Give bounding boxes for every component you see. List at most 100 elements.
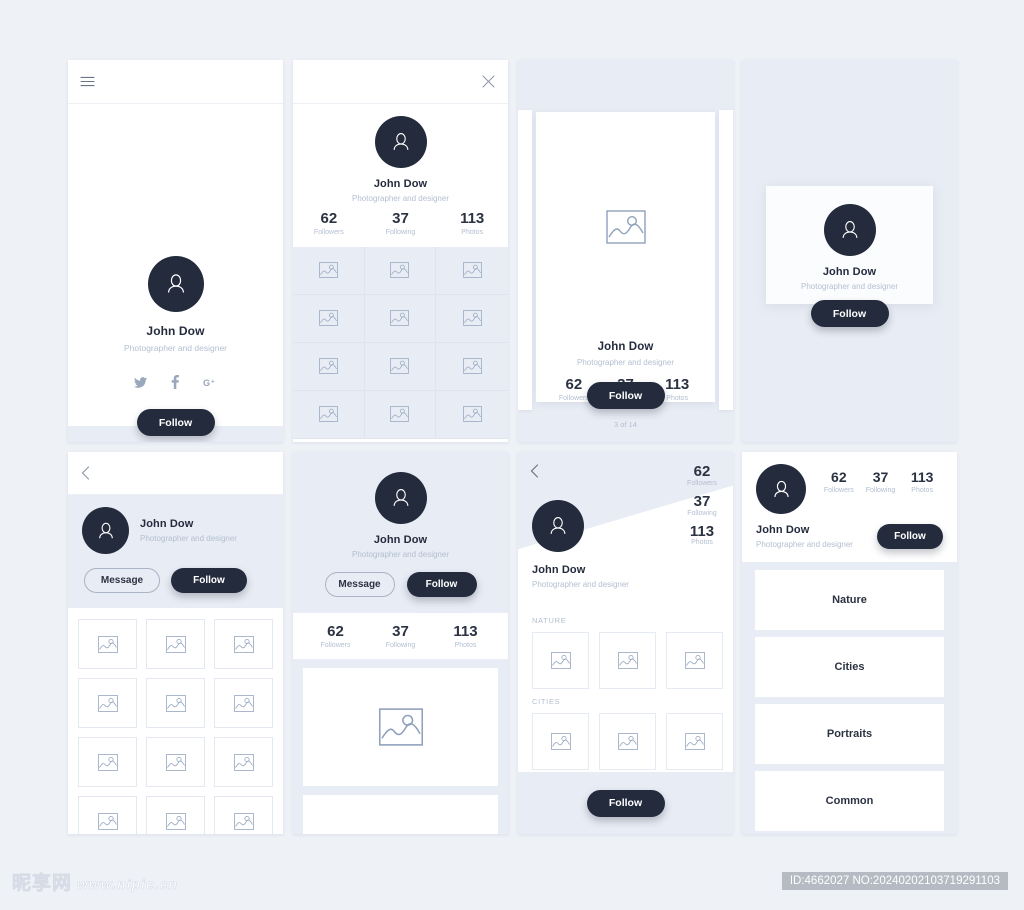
profile-card-minimal: John Dow Photographer and designer Follo… — [742, 60, 957, 442]
follow-button[interactable]: Follow — [586, 382, 665, 409]
google-plus-icon[interactable]: G + — [203, 375, 218, 389]
photo-grid-cell[interactable] — [293, 294, 365, 343]
photo-grid-cell[interactable] — [532, 713, 589, 770]
stat-followers-label: Followers — [823, 486, 854, 494]
avatar — [756, 464, 806, 514]
follow-button[interactable]: Follow — [136, 409, 215, 436]
photo-grid-cell[interactable] — [214, 796, 273, 834]
photo-grid-cell[interactable] — [364, 294, 437, 343]
stat-photos-value: 113 — [453, 623, 478, 640]
follow-button[interactable]: Follow — [586, 789, 665, 817]
hamburger-menu-icon[interactable] — [80, 76, 95, 87]
close-icon[interactable] — [482, 75, 495, 88]
photo-grid-cell[interactable] — [78, 619, 137, 669]
follow-button[interactable]: Follow — [877, 524, 943, 549]
photo-grid-cell[interactable] — [599, 713, 656, 770]
card8-stats: 62 Followers 37 Following 113 Photos — [818, 464, 943, 494]
photo-grid-cell[interactable] — [666, 713, 723, 770]
photo-grid-cell[interactable] — [436, 295, 508, 343]
photo-grid-cell[interactable] — [436, 391, 508, 439]
stat-followers-value: 62 — [693, 463, 711, 480]
card2-profile: John Dow Photographer and designer 62 Fo… — [293, 104, 508, 247]
photo-grid-cell[interactable] — [666, 632, 723, 689]
stat-followers: 62 Followers — [687, 464, 717, 487]
photo-grid-cell[interactable] — [146, 737, 205, 787]
chevron-left-icon[interactable] — [81, 466, 90, 480]
card7-footer: Follow — [518, 772, 733, 834]
photo-grid-cell[interactable] — [532, 632, 589, 689]
card6-actions: Message Follow — [324, 572, 477, 597]
stat-followers: 62 Followers — [303, 624, 368, 649]
card8-bottom-row: John Dow Photographer and designer Follo… — [756, 524, 943, 549]
card2-stats: 62 Followers 37 Following 113 Photos — [293, 211, 508, 236]
photo-grid-cell[interactable] — [214, 678, 273, 728]
photo-grid-cell[interactable] — [146, 678, 205, 728]
photo-grid — [68, 608, 283, 834]
category-list-item[interactable]: Cities — [755, 637, 944, 697]
mockup-board: John Dow Photographer and designer G + Fo… — [0, 0, 1024, 910]
avatar — [823, 204, 876, 256]
stat-followers-label: Followers — [687, 479, 717, 487]
profile-name: John Dow — [146, 324, 205, 338]
avatar — [82, 507, 129, 554]
photo-grid-cell[interactable] — [78, 796, 137, 834]
photo-grid-cell[interactable] — [293, 342, 365, 391]
profile-name: John Dow — [140, 518, 194, 530]
photo-grid-cell[interactable] — [78, 737, 137, 787]
profile-name: John Dow — [822, 266, 877, 278]
avatar — [374, 472, 427, 524]
category-list-item[interactable]: Portraits — [755, 704, 944, 764]
follow-button[interactable]: Follow — [171, 568, 247, 593]
photo-grid-cell[interactable] — [293, 246, 365, 295]
follow-button[interactable]: Follow — [406, 572, 477, 597]
feed-photo-item[interactable] — [303, 667, 498, 786]
stat-photos-value: 113 — [460, 210, 485, 227]
card1-topbar — [68, 60, 283, 104]
profile-name: John Dow — [373, 178, 428, 190]
photo-grid-cell[interactable] — [293, 390, 365, 439]
category-list: Nature Cities Portraits Common — [742, 562, 957, 834]
stat-followers-label: Followers — [320, 641, 351, 649]
card5-header: John Dow Photographer and designer Messa… — [68, 495, 283, 608]
photo-grid-cell[interactable] — [364, 246, 437, 295]
photo-grid-cell[interactable] — [364, 342, 437, 391]
stat-following: 37 Following — [368, 624, 433, 649]
twitter-icon[interactable] — [133, 375, 147, 389]
card5-profile-row: John Dow Photographer and designer — [82, 507, 269, 554]
facebook-icon[interactable] — [171, 375, 179, 389]
avatar — [532, 500, 584, 552]
message-button[interactable]: Message — [324, 572, 395, 597]
feed-photo-item[interactable] — [303, 794, 498, 834]
category-list-item[interactable]: Common — [755, 771, 944, 831]
message-button[interactable]: Message — [84, 568, 160, 593]
profile-card-category-list: 62 Followers 37 Following 113 Photos Joh… — [742, 452, 957, 834]
watermark-url: www.nipic.cn — [77, 876, 178, 893]
photo-grid-cell[interactable] — [599, 632, 656, 689]
stat-photos-value: 113 — [910, 469, 934, 485]
stat-followers: 62 Followers — [293, 211, 365, 236]
chevron-left-icon[interactable] — [530, 464, 539, 478]
carousel-peek-left[interactable] — [518, 110, 532, 410]
category-list-item[interactable]: Nature — [755, 570, 944, 630]
profile-role: Photographer and designer — [352, 550, 449, 559]
photo-grid-cell[interactable] — [436, 247, 508, 295]
stat-photos: 113 Photos — [687, 523, 717, 546]
stat-photos: 113 Photos — [436, 211, 508, 236]
photo-grid-cell[interactable] — [214, 619, 273, 669]
photo-grid-cell[interactable] — [436, 343, 508, 391]
carousel-peek-right[interactable] — [719, 110, 733, 410]
watermark-brand: 昵享网 — [12, 873, 73, 895]
stat-photos-label: Photos — [911, 486, 934, 494]
stat-photos: 113 Photos — [433, 624, 498, 649]
profile-role: Photographer and designer — [532, 580, 629, 589]
follow-button[interactable]: Follow — [810, 300, 889, 327]
profile-name: John Dow — [532, 564, 586, 576]
photo-grid-cell[interactable] — [214, 737, 273, 787]
photo-grid-cell[interactable] — [146, 796, 205, 834]
photo-grid-cell[interactable] — [146, 619, 205, 669]
photo-grid-cell[interactable] — [364, 390, 437, 439]
photo-grid-cell[interactable] — [78, 678, 137, 728]
follow-button-wrapper: Follow — [136, 409, 215, 436]
follow-button-wrapper: Follow — [586, 382, 665, 409]
stat-following: 37 Following — [860, 470, 902, 494]
